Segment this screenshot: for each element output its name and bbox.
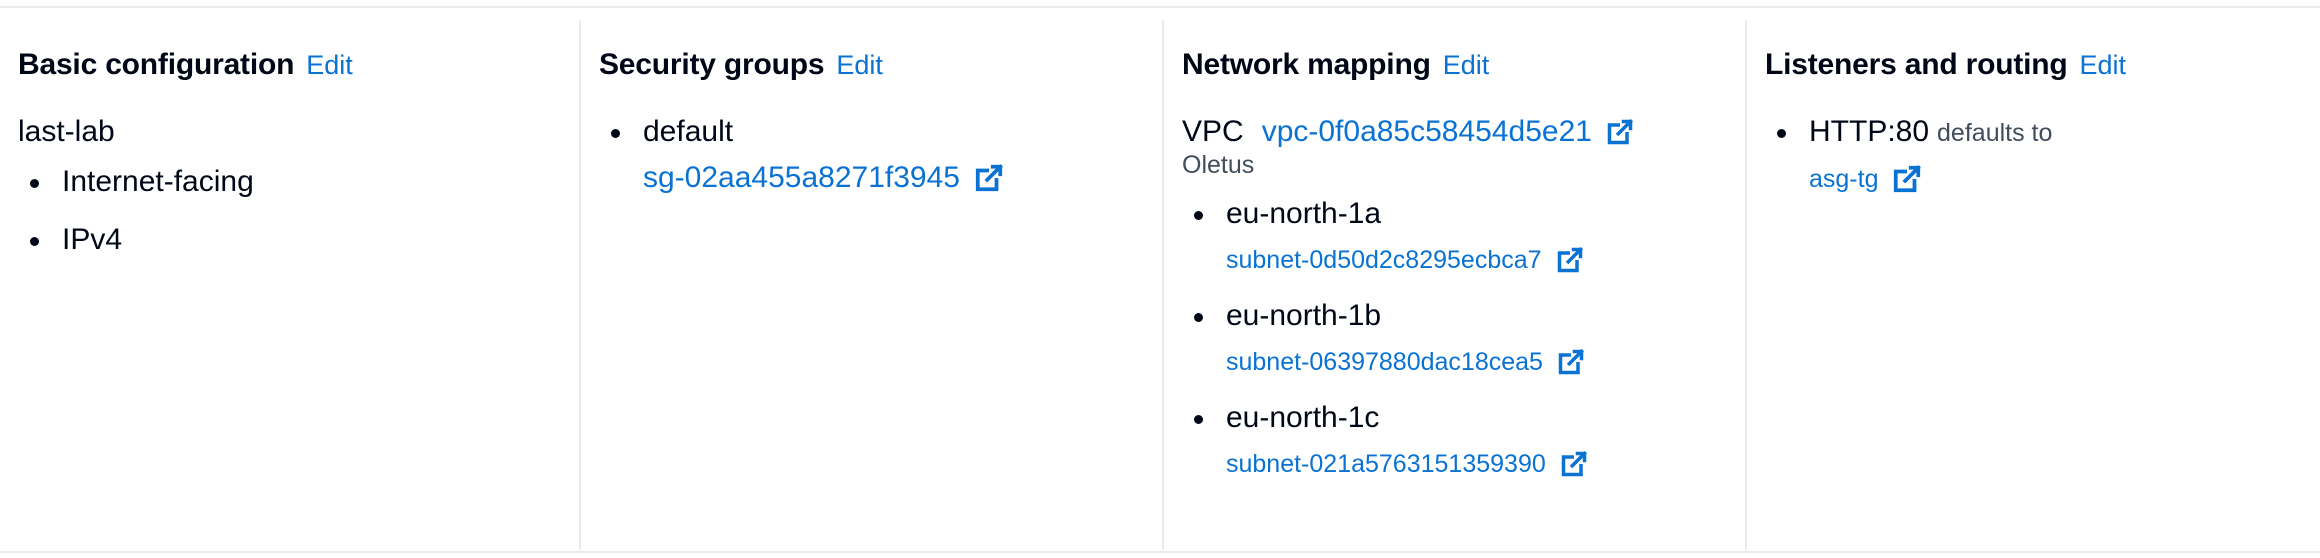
listener-line: HTTP:80 defaults to [1809, 114, 2320, 151]
review-panel: Basic configuration Edit last-lab Intern… [0, 0, 2320, 558]
list-item-ip-type: IPv4 [18, 222, 579, 258]
external-link-icon[interactable] [1606, 118, 1634, 146]
zone-item: eu-north-1b subnet-06397880dac18cea5 [1182, 298, 1745, 380]
subnet-id-link[interactable]: subnet-021a5763151359390 [1226, 446, 1546, 482]
security-group-link-row: sg-02aa455a8271f3945 [643, 160, 1162, 196]
listener-item: HTTP:80 defaults to asg-tg [1765, 114, 2320, 197]
subnet-link-row: subnet-021a5763151359390 [1226, 446, 1745, 482]
basic-configuration-edit-link[interactable]: Edit [306, 50, 353, 81]
external-link-icon[interactable] [1560, 450, 1588, 478]
subnet-link-row: subnet-06397880dac18cea5 [1226, 344, 1745, 380]
subnet-id-link[interactable]: subnet-0d50d2c8295ecbca7 [1226, 242, 1542, 278]
zone-name: eu-north-1c [1226, 401, 1380, 434]
bottom-divider [0, 551, 2320, 553]
zone-item: eu-north-1c subnet-021a5763151359390 [1182, 400, 1745, 482]
basic-configuration-section: Basic configuration Edit last-lab Intern… [0, 20, 579, 550]
summary-columns: Basic configuration Edit last-lab Intern… [0, 20, 2320, 550]
basic-configuration-header: Basic configuration Edit [18, 48, 579, 84]
listeners-routing-header: Listeners and routing Edit [1765, 48, 2320, 84]
external-link-icon[interactable] [1556, 246, 1584, 274]
subnet-link-row: subnet-0d50d2c8295ecbca7 [1226, 242, 1745, 278]
listeners-list: HTTP:80 defaults to asg-tg [1765, 114, 2320, 197]
external-link-icon[interactable] [1557, 348, 1585, 376]
vpc-id-link[interactable]: vpc-0f0a85c58454d5e21 [1262, 114, 1592, 150]
basic-configuration-list: Internet-facing IPv4 [18, 164, 579, 258]
vpc-label: VPC [1182, 115, 1244, 148]
listeners-routing-section: Listeners and routing Edit HTTP:80 defau… [1745, 20, 2320, 550]
list-item-scheme: Internet-facing [18, 164, 579, 200]
vpc-note: Oletus [1182, 151, 1255, 179]
security-groups-edit-link[interactable]: Edit [836, 50, 883, 81]
top-divider [0, 6, 2320, 8]
subnet-id-link[interactable]: subnet-06397880dac18cea5 [1226, 344, 1543, 380]
network-mapping-title: Network mapping [1182, 48, 1431, 81]
load-balancer-name: last-lab [18, 115, 115, 148]
target-group-link[interactable]: asg-tg [1809, 161, 1878, 197]
external-link-icon[interactable] [1892, 164, 1922, 194]
vpc-row: VPC vpc-0f0a85c58454d5e21 [1182, 114, 1745, 150]
security-group-item: default sg-02aa455a8271f3945 [599, 114, 1162, 196]
external-link-icon[interactable] [974, 163, 1004, 193]
basic-configuration-title: Basic configuration [18, 48, 295, 81]
zone-name: eu-north-1b [1226, 299, 1382, 332]
security-groups-title: Security groups [599, 48, 825, 81]
network-mapping-edit-link[interactable]: Edit [1443, 50, 1490, 81]
security-groups-section: Security groups Edit default sg-02aa455a… [579, 20, 1162, 550]
target-group-link-row: asg-tg [1809, 161, 2320, 197]
listener-protocol-port: HTTP:80 [1809, 115, 1930, 148]
listeners-routing-title: Listeners and routing [1765, 48, 2068, 81]
security-groups-header: Security groups Edit [599, 48, 1162, 84]
listener-defaults-text: defaults to [1937, 119, 2053, 147]
zone-name: eu-north-1a [1226, 197, 1382, 230]
availability-zones-list: eu-north-1a subnet-0d50d2c8295ecbca7 eu-… [1182, 196, 1745, 482]
network-mapping-section: Network mapping Edit VPC vpc-0f0a85c5845… [1162, 20, 1745, 550]
security-group-name: default [643, 115, 734, 148]
security-group-id-link[interactable]: sg-02aa455a8271f3945 [643, 160, 960, 196]
zone-item: eu-north-1a subnet-0d50d2c8295ecbca7 [1182, 196, 1745, 278]
listeners-routing-edit-link[interactable]: Edit [2080, 50, 2127, 81]
network-mapping-header: Network mapping Edit [1182, 48, 1745, 84]
security-groups-list: default sg-02aa455a8271f3945 [599, 114, 1162, 196]
